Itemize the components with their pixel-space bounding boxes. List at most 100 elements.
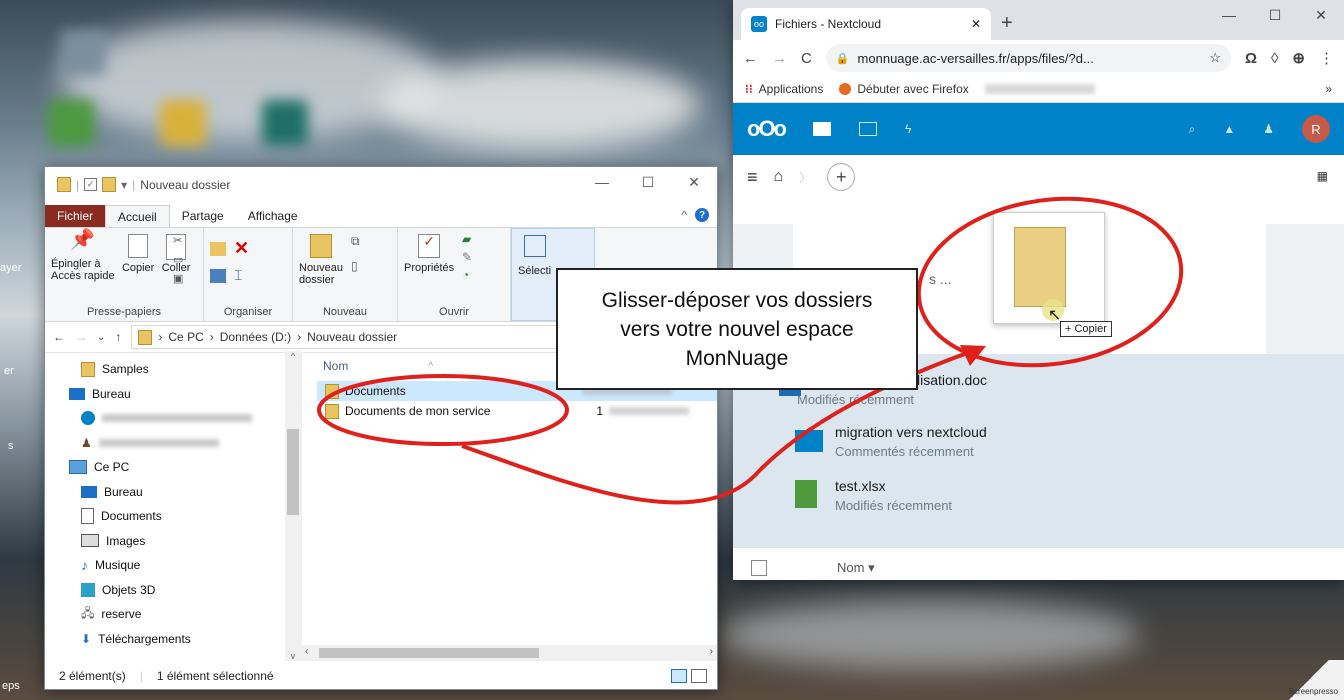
- properties-button[interactable]: ✓ Propriétés: [404, 234, 454, 274]
- scrollbar-thumb[interactable]: [319, 648, 539, 658]
- extension-icon[interactable]: Ω: [1245, 50, 1257, 67]
- copy-to-icon[interactable]: [210, 268, 226, 283]
- activity-app-icon[interactable]: ϟ: [905, 122, 911, 136]
- url-bar[interactable]: 🔒 monnuage.ac-versailles.fr/apps/files/?…: [825, 44, 1231, 72]
- extension-icon[interactable]: ◊: [1271, 50, 1278, 67]
- new-item-icon[interactable]: ⧉: [351, 234, 360, 249]
- minimize-button[interactable]: —: [1206, 0, 1252, 30]
- large-icons-view-icon[interactable]: [691, 669, 707, 683]
- move-to-icon[interactable]: [210, 241, 226, 256]
- dropdown-icon[interactable]: ▾: [121, 178, 127, 192]
- tab-affichage[interactable]: Affichage: [236, 205, 310, 227]
- scrollbar-thumb[interactable]: [287, 429, 299, 515]
- notifications-icon[interactable]: ▲: [1223, 122, 1235, 136]
- close-button[interactable]: ✕: [1298, 0, 1344, 30]
- vertical-scrollbar[interactable]: ^ v: [285, 351, 301, 661]
- nav-item-reserve[interactable]: 🖧 reserve: [45, 602, 301, 627]
- maximize-button[interactable]: ☐: [625, 167, 671, 197]
- pin-icon: 📌: [70, 229, 96, 251]
- select-button[interactable]: Sélecti: [518, 235, 551, 277]
- tab-accueil[interactable]: Accueil: [105, 205, 170, 227]
- details-view-icon[interactable]: [671, 669, 687, 683]
- breadcrumb-segment[interactable]: Nouveau dossier: [307, 330, 397, 344]
- edit-icon[interactable]: ✎: [462, 250, 472, 264]
- cut-icon[interactable]: ✂: [173, 234, 183, 247]
- cloud: [60, 20, 440, 140]
- close-button[interactable]: ✕: [671, 167, 717, 197]
- copy-button[interactable]: Copier: [122, 234, 154, 274]
- nav-item-documents[interactable]: Documents: [45, 504, 301, 529]
- back-icon[interactable]: ←: [743, 50, 758, 67]
- grid-view-icon[interactable]: ▦: [1317, 169, 1328, 183]
- nav-item-telechargements[interactable]: ⬇ Téléchargements: [45, 627, 301, 652]
- bookmark-firefox[interactable]: Débuter avec Firefox: [839, 82, 969, 96]
- select-all-checkbox[interactable]: [751, 560, 767, 576]
- breadcrumb-segment[interactable]: Données (D:): [220, 330, 291, 344]
- nav-item-samples[interactable]: Samples: [45, 357, 301, 382]
- nav-item-bureau[interactable]: Bureau: [45, 382, 301, 407]
- new-tab-button[interactable]: +: [1001, 12, 1013, 35]
- chevron-up-icon[interactable]: ^: [681, 208, 687, 222]
- bookmark-applications[interactable]: ⁝⁝ Applications: [745, 82, 823, 96]
- files-app-icon[interactable]: [813, 122, 831, 136]
- breadcrumb-segment[interactable]: Ce PC: [168, 330, 203, 344]
- tab-partage[interactable]: Partage: [170, 205, 236, 227]
- back-icon[interactable]: ←: [53, 330, 65, 344]
- files-list-header: Nom ▾: [733, 556, 1344, 580]
- desktop-app-icon[interactable]: [48, 100, 94, 146]
- reload-icon[interactable]: C: [801, 50, 812, 67]
- new-button[interactable]: +: [827, 163, 856, 191]
- nav-item-musique[interactable]: ♪ Musique: [45, 553, 301, 578]
- paste-shortcut-icon[interactable]: ▣: [173, 272, 183, 285]
- folder-icon: [57, 177, 71, 192]
- open-icon[interactable]: ▰: [462, 232, 472, 246]
- help-icon[interactable]: ?: [695, 208, 709, 222]
- nav-item-user[interactable]: ♟: [45, 431, 301, 456]
- nav-item-images[interactable]: Images: [45, 529, 301, 554]
- tab-fichier[interactable]: Fichier: [45, 205, 106, 227]
- profile-icon[interactable]: ⊕: [1292, 49, 1305, 67]
- delete-icon[interactable]: ✕: [234, 238, 249, 259]
- file-name: Documents: [345, 384, 406, 398]
- nav-item-bureau[interactable]: Bureau: [45, 480, 301, 505]
- nav-item-ce-pc[interactable]: Ce PC: [45, 455, 301, 480]
- checkbox-icon[interactable]: ✓: [84, 178, 98, 191]
- recent-item[interactable]: test.xlsx Modifiés récemment: [795, 478, 952, 513]
- maximize-button[interactable]: ☐: [1252, 0, 1298, 30]
- desktop-label: s: [8, 440, 14, 452]
- avatar[interactable]: R: [1302, 115, 1330, 143]
- history-icon[interactable]: ◔: [462, 268, 472, 282]
- folder-icon[interactable]: [102, 177, 117, 192]
- nav-item-nextcloud[interactable]: [45, 406, 301, 431]
- browser-tab[interactable]: oo Fichiers - Nextcloud ✕: [741, 8, 991, 40]
- column-header-name[interactable]: Nom ▾: [837, 560, 875, 576]
- desktop-app-icon[interactable]: [262, 100, 308, 146]
- forward-icon[interactable]: →: [772, 50, 787, 67]
- more-bookmarks-icon[interactable]: »: [1325, 82, 1332, 96]
- horizontal-scrollbar[interactable]: ‹ ›: [301, 645, 717, 661]
- menu-icon[interactable]: ⋮: [1319, 49, 1334, 67]
- gallery-app-icon[interactable]: [859, 122, 877, 136]
- pin-quick-access-button[interactable]: 📌 Épingler à Accès rapide: [51, 229, 115, 282]
- recent-locations-icon[interactable]: ⌄: [97, 332, 105, 343]
- nextcloud-logo-icon[interactable]: oOo: [747, 116, 787, 142]
- file-row[interactable]: Documents de mon service 1: [317, 401, 717, 421]
- hamburger-menu-icon[interactable]: ≡: [747, 167, 758, 188]
- recent-item-name: migration vers nextcloud: [835, 424, 987, 440]
- contacts-icon[interactable]: ♟: [1263, 122, 1274, 136]
- copy-path-icon[interactable]: ▭: [173, 253, 183, 266]
- recent-item[interactable]: migration vers nextcloud Commentés récem…: [795, 424, 987, 459]
- close-tab-icon[interactable]: ✕: [971, 17, 981, 31]
- nav-item-objets-3d[interactable]: Objets 3D: [45, 578, 301, 603]
- rename-icon[interactable]: ⌶: [234, 267, 242, 284]
- forward-icon[interactable]: →: [75, 330, 87, 344]
- home-icon[interactable]: ⌂: [774, 168, 784, 186]
- search-icon[interactable]: ⌕: [1189, 122, 1196, 137]
- desktop-app-icon[interactable]: [160, 100, 206, 146]
- new-folder-button[interactable]: Nouveau dossier: [299, 234, 343, 286]
- up-icon[interactable]: ↑: [115, 330, 121, 344]
- easy-access-icon[interactable]: ▯: [351, 259, 360, 273]
- minimize-button[interactable]: —: [579, 167, 625, 197]
- star-icon[interactable]: ☆: [1209, 50, 1221, 66]
- desktop-app-icon[interactable]: [60, 30, 106, 76]
